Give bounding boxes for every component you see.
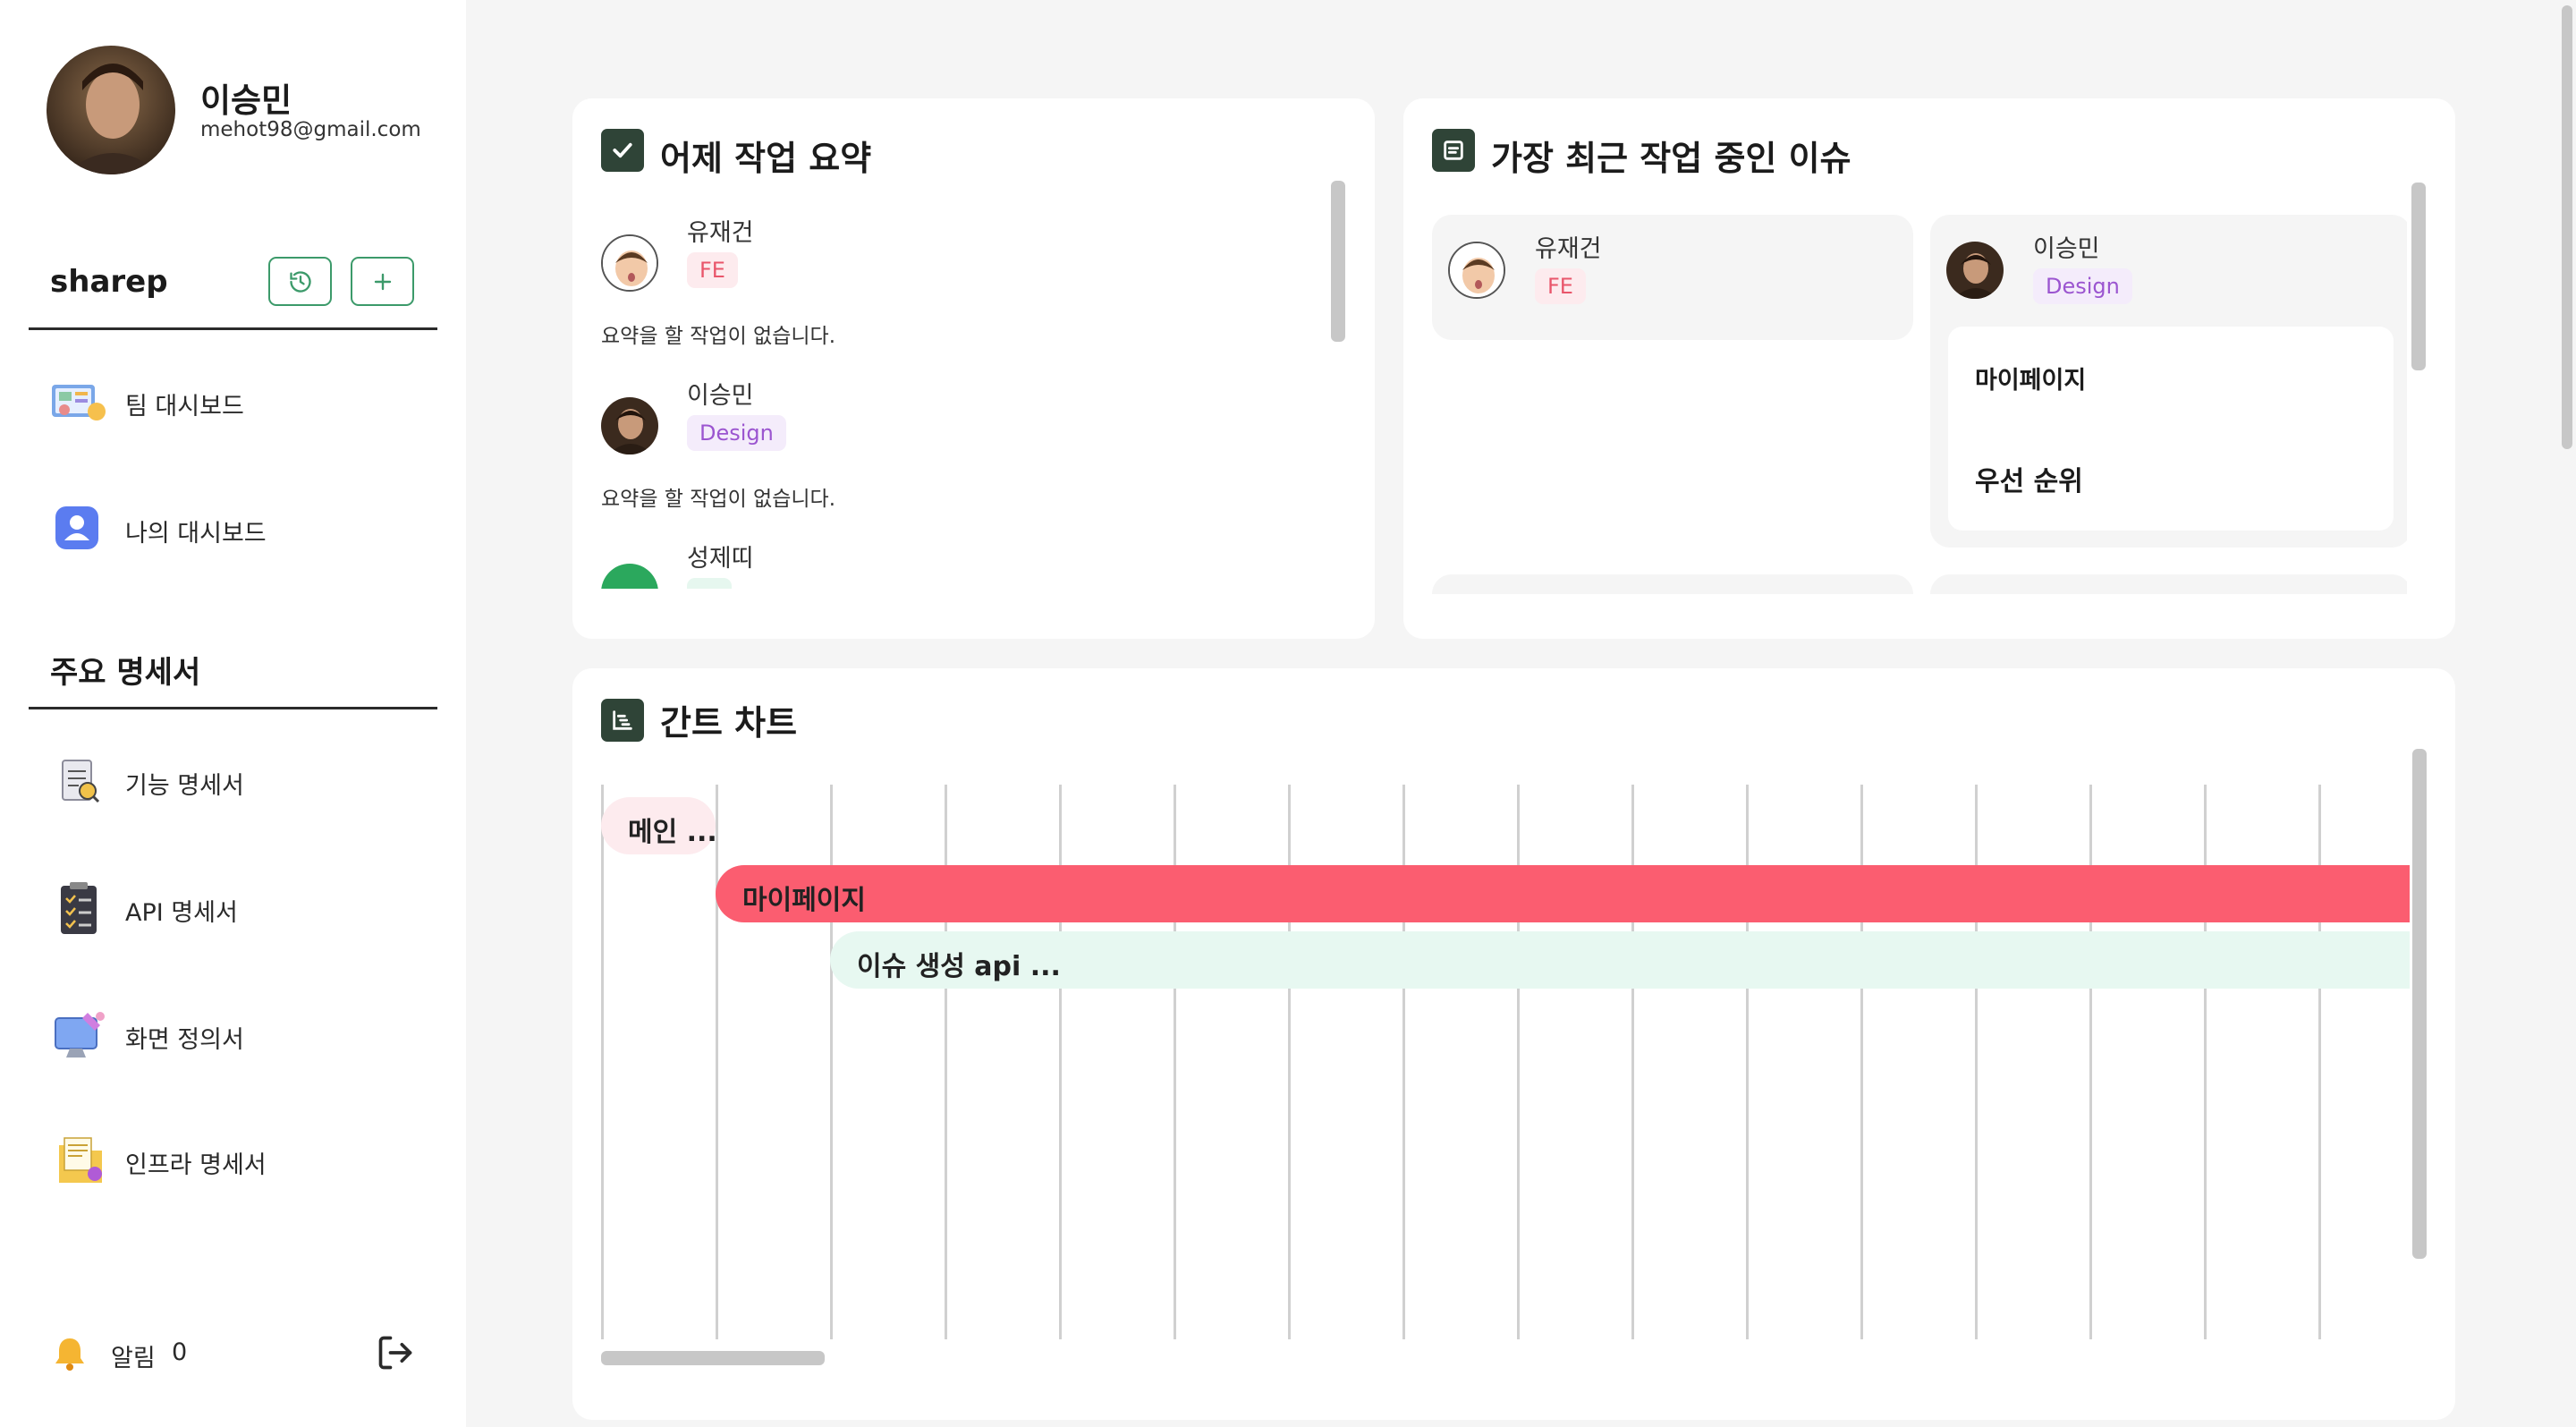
member-name: 유재건 [687,219,754,247]
summary-text: 요약을 할 작업이 없습니다. [601,488,836,511]
summary-title: 어제 작업 요약 [660,139,872,178]
role-tag: Design [2033,268,2132,304]
member-name: 이승민 [2033,235,2100,263]
page-scrollbar[interactable] [2562,5,2572,449]
user-name: 이승민 [200,81,292,120]
role-tag: Design [687,415,786,451]
role-tag: FE [687,252,738,288]
my-dashboard-icon [55,506,98,549]
gantt-grid-line [716,785,718,1339]
gantt-bar[interactable]: 메인 ... [601,797,717,854]
avatar [601,234,658,292]
recent-grid[interactable]: 유재건 FE 이승민 Design 마이페이지 우선 순위 [1432,215,2407,594]
gantt-bar[interactable]: 이슈 생성 api ... [830,931,2410,989]
alarm-button[interactable]: 알림 0 [50,1328,220,1378]
avatar [1448,242,1505,299]
recent-issues-card: 가장 최근 작업 중인 이슈 유재건 FE 이승민 Design 마이페이지 우… [1403,98,2455,639]
project-divider [29,327,437,330]
avatar [1946,242,2004,299]
gantt-title: 간트 차트 [660,703,798,743]
note-icon [1444,140,1463,160]
summary-member: 유재건 FE 요약을 할 작업이 없습니다. [601,213,1317,374]
gantt-area[interactable]: 메인 ... 마이페이지 이슈 생성 api ... [601,785,2410,1339]
nav-label: 기능 명세서 [125,772,244,800]
nav-infra-spec[interactable]: 인프라 명세서 [50,1133,426,1190]
member-issue-box [1930,574,2407,594]
feature-spec-icon [62,760,100,803]
role-tag: FE [1535,268,1586,304]
summary-member: 이승민 Design 요약을 할 작업이 없습니다. [601,376,1317,537]
summary-scrollbar[interactable] [1331,181,1345,342]
gantt-title-icon-box [601,699,644,742]
project-name: sharep [50,264,168,300]
member-name: 성제띠 [687,545,754,573]
summary-card: 어제 작업 요약 유재건 FE 요약을 할 작업이 없습니다. 이승민 Desi… [572,98,1375,639]
gantt-icon [613,710,632,730]
summary-list[interactable]: 유재건 FE 요약을 할 작업이 없습니다. 이승민 Design 요약을 할 … [601,213,1317,589]
logout-button[interactable] [376,1333,419,1376]
recent-title: 가장 최근 작업 중인 이슈 [1491,139,1852,178]
gantt-bar-label: 이슈 생성 api ... [857,951,1061,982]
bell-icon [55,1338,84,1371]
member-issue-box [1432,574,1913,594]
gantt-bar-label: 마이페이지 [742,885,866,916]
gantt-bar-label: 메인 ... [628,817,717,848]
role-tag [687,578,732,589]
avatar [601,397,658,454]
member-issue-box: 이승민 Design 마이페이지 우선 순위 [1930,215,2407,548]
nav-label: 나의 대시보드 [125,520,267,548]
summary-text: 요약을 할 작업이 없습니다. [601,325,836,348]
api-spec-icon [61,882,97,934]
recent-title-icon-box [1432,129,1475,172]
nav-api-spec[interactable]: API 명세서 [50,879,426,936]
sidebar: 이승민 mehot98@gmail.com sharep 팀 대시보드 나의 대… [0,0,466,1427]
recent-scrollbar[interactable] [2411,183,2426,370]
nav-my-dashboard[interactable]: 나의 대시보드 [50,499,426,556]
nav-label: 팀 대시보드 [125,393,244,420]
gantt-card: 간트 차트 메인 ... 마이페이지 이슈 생성 api ... [572,668,2455,1420]
alarm-label: 알림 [111,1345,156,1372]
nav-screen-def[interactable]: 화면 정의서 [50,1006,426,1063]
infra-spec-icon [59,1137,102,1183]
user-avatar[interactable] [47,46,175,174]
logout-icon [378,1336,412,1370]
summary-member: 성제띠 [601,539,1317,589]
specs-section-title: 주요 명세서 [50,655,201,691]
team-dashboard-icon [52,385,106,420]
add-project-button[interactable] [351,257,414,306]
member-issue-box: 유재건 FE [1432,215,1913,340]
avatar [601,564,658,589]
nav-team-dashboard[interactable]: 팀 대시보드 [50,374,426,431]
nav-feature-spec[interactable]: 기능 명세서 [50,753,426,811]
plus-icon [374,273,391,290]
member-name: 유재건 [1535,235,1602,263]
gantt-vertical-scrollbar[interactable] [2412,749,2427,1259]
gantt-bar[interactable]: 마이페이지 [716,865,2410,922]
screen-def-icon [55,1012,105,1058]
issue-item[interactable]: 마이페이지 [1975,361,2086,395]
gantt-horizontal-scrollbar[interactable] [601,1351,825,1365]
user-email: mehot98@gmail.com [200,118,421,141]
history-button[interactable] [268,257,332,306]
check-icon [613,142,632,158]
member-name: 이승민 [687,382,754,410]
nav-label: 화면 정의서 [125,1026,244,1054]
issue-list: 마이페이지 우선 순위 [1948,327,2394,531]
gantt-grid-line [601,785,604,1339]
history-icon [289,270,311,293]
nav-label: API 명세서 [125,899,238,927]
specs-divider [29,707,437,709]
summary-title-icon-box [601,129,644,172]
nav-label: 인프라 명세서 [125,1151,267,1179]
issue-item[interactable]: 우선 순위 [1975,459,2083,498]
alarm-count: 0 [172,1338,188,1366]
